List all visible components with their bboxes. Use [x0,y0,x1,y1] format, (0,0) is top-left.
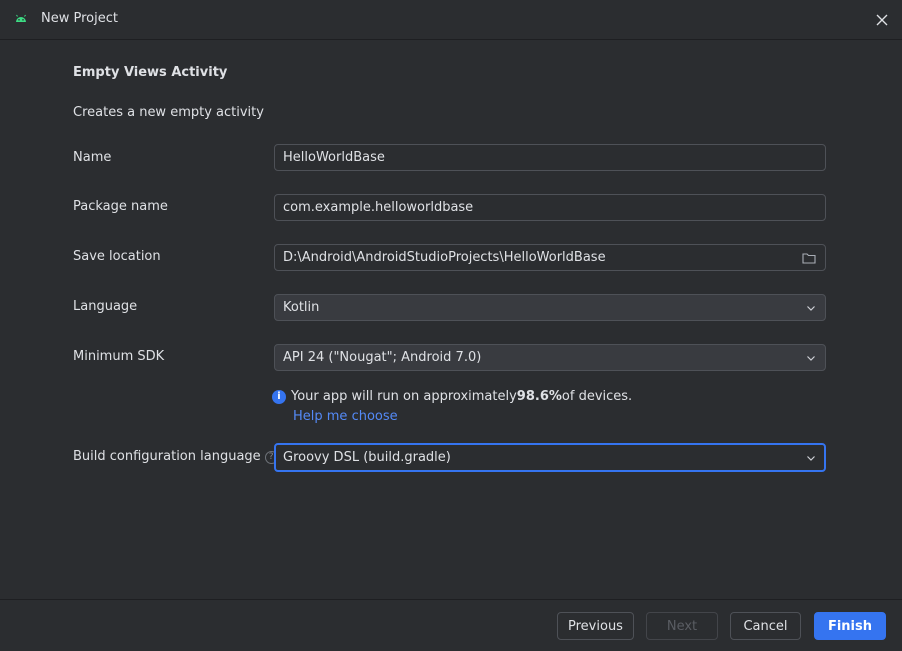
save-location-value: D:\Android\AndroidStudioProjects\HelloWo… [283,250,606,265]
device-coverage-info: i Your app will run on approximately 98.… [272,389,632,404]
template-description: Creates a new empty activity [73,105,264,120]
language-dropdown[interactable]: Kotlin [274,294,826,321]
name-field[interactable]: HelloWorldBase [274,144,826,171]
save-location-field[interactable]: D:\Android\AndroidStudioProjects\HelloWo… [274,244,826,271]
build-config-dropdown[interactable]: Groovy DSL (build.gradle) [274,443,826,472]
save-location-label: Save location [73,249,161,264]
chevron-down-icon [807,355,815,361]
chevron-down-icon [807,305,815,311]
window-title: New Project [41,11,118,26]
close-icon [876,14,888,26]
coverage-suffix: of devices. [561,389,633,404]
help-me-choose-link[interactable]: Help me choose [293,409,398,424]
build-config-label: Build configuration language? [73,449,278,464]
dialog-content: Empty Views Activity Creates a new empty… [0,41,902,599]
finish-button[interactable]: Finish [814,612,886,640]
previous-button[interactable]: Previous [557,612,634,640]
coverage-percent: 98.6% [516,389,562,404]
build-config-value: Groovy DSL (build.gradle) [283,450,451,465]
build-config-label-text: Build configuration language [73,449,261,464]
chevron-down-icon [807,455,815,461]
cancel-button[interactable]: Cancel [730,612,801,640]
title-bar: New Project [0,0,902,40]
info-icon: i [272,389,286,404]
folder-browse-icon[interactable] [801,250,817,266]
next-button[interactable]: Next [646,612,718,640]
coverage-prefix: Your app will run on approximately [291,389,517,404]
template-heading: Empty Views Activity [73,65,228,80]
language-value: Kotlin [283,300,320,315]
dialog-footer: Previous Next Cancel Finish [0,599,902,651]
package-name-label: Package name [73,199,168,214]
name-label: Name [73,150,112,165]
android-studio-icon [16,14,26,22]
min-sdk-dropdown[interactable]: API 24 ("Nougat"; Android 7.0) [274,344,826,371]
min-sdk-value: API 24 ("Nougat"; Android 7.0) [283,350,482,365]
package-name-field[interactable]: com.example.helloworldbase [274,194,826,221]
close-button[interactable] [868,6,896,34]
language-label: Language [73,299,138,314]
name-value: HelloWorldBase [283,150,385,165]
package-name-value: com.example.helloworldbase [283,200,474,215]
min-sdk-label: Minimum SDK [73,349,165,364]
